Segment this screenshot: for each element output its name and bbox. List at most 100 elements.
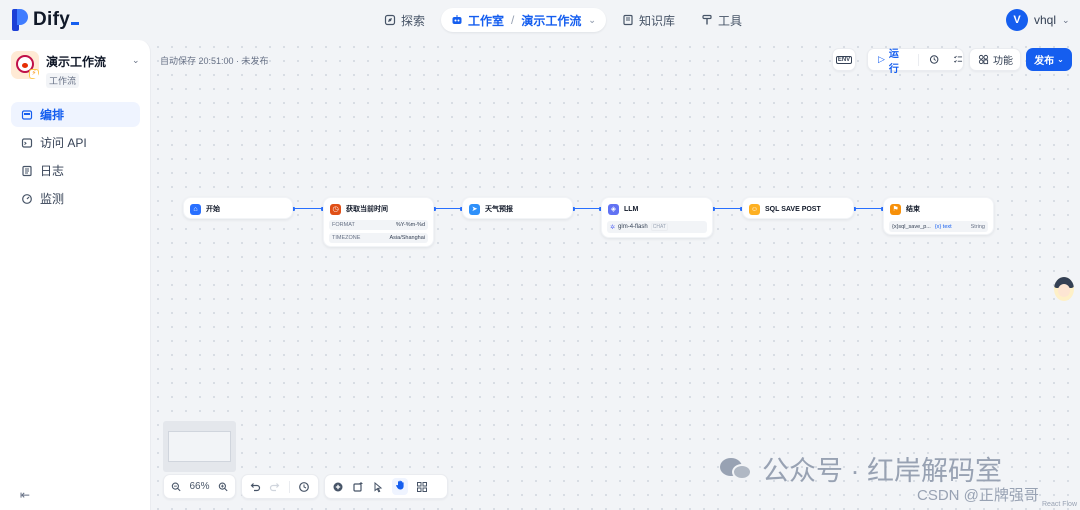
terminal-icon xyxy=(21,137,33,148)
history-icon[interactable] xyxy=(929,54,939,65)
add-node-icon[interactable] xyxy=(332,481,344,493)
app-sidebar: ⚡ 演示工作流 工作流 ⌄ 编排 访问 API 日志 监测 ⇤ xyxy=(0,40,151,510)
sidebar-item-label: 编排 xyxy=(40,108,65,122)
hand-tool-button[interactable] xyxy=(392,478,408,495)
env-icon: ENV xyxy=(835,55,853,64)
nav-tools-label: 工具 xyxy=(717,13,742,28)
model-selector[interactable]: ✲ glm-4-flash CHAT xyxy=(607,221,707,233)
node-title: SQL SAVE POST xyxy=(765,205,821,213)
features-icon xyxy=(978,54,989,65)
csdn-watermark: CSDN @正牌强哥 xyxy=(917,487,1039,504)
features-button[interactable]: 功能 xyxy=(969,48,1021,71)
param-row: FORMAT %Y-%m-%d xyxy=(329,220,428,230)
env-variables-button[interactable]: ENV xyxy=(832,48,856,71)
chevron-down-icon: ⌄ xyxy=(1057,55,1064,64)
nav-tools[interactable]: 工具 xyxy=(691,8,752,32)
model-name: glm-4-flash xyxy=(618,224,648,230)
node-get-time[interactable]: ◷ 获取当前时间 FORMAT %Y-%m-%d TIMEZONE Asia/S… xyxy=(323,197,434,247)
publish-label: 发布 xyxy=(1034,56,1055,67)
app-clown-icon: ⚡ xyxy=(11,51,39,79)
model-provider-icon: ✲ xyxy=(610,224,616,231)
nav-explore-label: 探索 xyxy=(401,13,426,28)
sidebar-item-label: 访问 API xyxy=(40,136,87,150)
node-weather[interactable]: ➤ 天气预报 xyxy=(462,197,573,219)
book-icon xyxy=(623,14,633,26)
dify-logo-icon xyxy=(12,9,28,31)
minimap[interactable] xyxy=(163,421,236,472)
zoom-out-icon[interactable] xyxy=(171,481,181,493)
nav-knowledge[interactable]: 知识库 xyxy=(612,8,685,32)
model-mode-badge: CHAT xyxy=(650,223,668,231)
llm-icon: ◈ xyxy=(608,203,619,215)
wechat-icon xyxy=(720,456,754,482)
react-flow-attribution[interactable]: React Flow xyxy=(1042,501,1077,508)
sidebar-item-label: 监测 xyxy=(40,192,65,206)
add-note-icon[interactable] xyxy=(352,481,364,493)
avatar: V xyxy=(1006,9,1028,31)
wechat-watermark: 公众号 · 红岸解码室 xyxy=(720,449,1002,488)
pointer-icon[interactable] xyxy=(372,481,384,493)
node-sql-save-post[interactable]: ☺ SQL SAVE POST xyxy=(742,197,854,219)
workflow-canvas[interactable] xyxy=(151,40,1080,510)
nav-knowledge-label: 知识库 xyxy=(638,13,675,28)
collapse-sidebar-icon[interactable]: ⇤ xyxy=(20,488,30,502)
current-app-selector[interactable]: 演示工作流 xyxy=(521,12,581,29)
brand-name: Dify xyxy=(33,9,71,30)
compass-icon xyxy=(384,14,396,26)
sidebar-item-orchestrate[interactable]: 编排 xyxy=(11,102,140,127)
autosave-status: 自动保存 20:51:00 · 未发布 xyxy=(160,56,269,66)
node-end[interactable]: ⚑ 结束 {x}sql_save_p... {x} text String xyxy=(883,197,994,235)
node-title: 开始 xyxy=(206,206,220,213)
node-llm[interactable]: ◈ LLM ✲ glm-4-flash CHAT xyxy=(601,197,713,238)
publish-button[interactable]: 发布 ⌄ xyxy=(1026,48,1072,71)
sidebar-menu: 编排 访问 API 日志 监测 xyxy=(11,102,140,214)
clock-icon: ◷ xyxy=(330,203,341,215)
edge-weather-llm[interactable] xyxy=(572,206,602,211)
node-title: 结束 xyxy=(906,206,920,213)
node-title: LLM xyxy=(624,205,639,213)
robot-icon xyxy=(452,15,462,24)
layout-icon xyxy=(21,109,33,120)
app-type-badge: 工作流 xyxy=(46,73,80,88)
history-controls xyxy=(241,474,319,499)
edge-llm-sql[interactable] xyxy=(712,206,743,211)
dify-logo[interactable]: Dify xyxy=(12,9,80,31)
edge-time-weather[interactable] xyxy=(433,206,463,211)
chevron-down-icon[interactable]: ⌄ xyxy=(132,55,140,66)
edge-sql-end[interactable] xyxy=(853,206,884,211)
node-start[interactable]: ⌂ 开始 xyxy=(183,197,293,219)
node-title: 获取当前时间 xyxy=(346,206,388,213)
nav-studio-label: 工作室 xyxy=(468,13,505,28)
zoom-controls: 66% xyxy=(163,474,236,499)
checklist-icon[interactable] xyxy=(953,54,963,65)
app-name: 演示工作流 xyxy=(46,55,107,69)
app-info[interactable]: ⚡ 演示工作流 工作流 xyxy=(11,51,106,88)
edge-start-time[interactable] xyxy=(292,206,324,211)
sidebar-item-logs[interactable]: 日志 xyxy=(11,158,140,183)
undo-icon[interactable] xyxy=(249,481,261,493)
zoom-level[interactable]: 66% xyxy=(189,481,209,492)
organize-layout-icon[interactable] xyxy=(416,481,428,493)
tool-avatar-icon: ☺ xyxy=(749,203,760,215)
zoom-in-icon[interactable] xyxy=(218,481,228,493)
canvas-tools xyxy=(324,474,448,499)
nav-explore[interactable]: 探索 xyxy=(374,8,435,32)
param-row: TIMEZONE Asia/Shanghai xyxy=(329,233,428,243)
main-nav: 探索 工作室 / 演示工作流 ⌄ 知识库 工具 xyxy=(374,8,752,32)
nav-studio[interactable]: 工作室 / 演示工作流 ⌄ xyxy=(441,8,606,32)
user-name: vhql xyxy=(1034,13,1057,27)
end-icon: ⚑ xyxy=(890,203,901,215)
play-icon[interactable]: ▷ xyxy=(878,54,885,65)
chevron-down-icon: ⌄ xyxy=(588,14,596,25)
sidebar-item-label: 日志 xyxy=(40,164,65,178)
user-menu[interactable]: V vhql ⌄ xyxy=(1006,9,1070,31)
hammer-icon xyxy=(702,14,712,25)
sidebar-item-api[interactable]: 访问 API xyxy=(11,130,140,155)
monitor-icon xyxy=(22,193,32,204)
version-history-icon[interactable] xyxy=(298,481,310,493)
redo-icon[interactable] xyxy=(269,481,281,493)
run-button[interactable]: 运行 xyxy=(889,45,908,75)
assistant-avatar-icon[interactable] xyxy=(1054,277,1074,301)
sidebar-item-monitor[interactable]: 监测 xyxy=(11,186,140,211)
home-icon: ⌂ xyxy=(190,203,201,215)
